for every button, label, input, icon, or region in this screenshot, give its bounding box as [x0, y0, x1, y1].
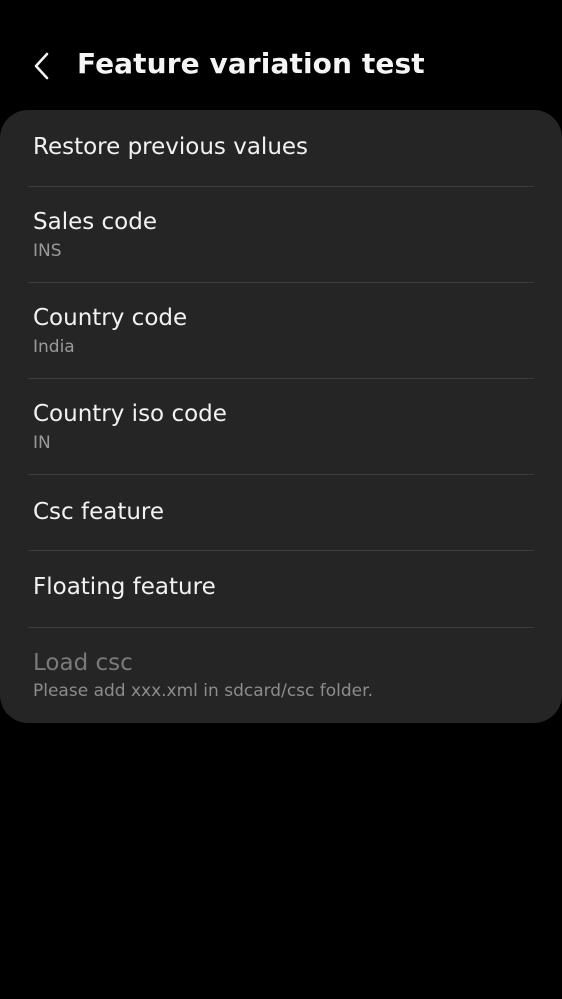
csc-feature-item[interactable]: Csc feature	[0, 475, 562, 550]
item-subtitle: IN	[33, 433, 51, 453]
item-title: Csc feature	[33, 499, 165, 525]
item-title: Load csc	[33, 650, 133, 676]
app-header: Feature variation test	[0, 0, 562, 110]
country-iso-code-item[interactable]: Country iso code IN	[0, 379, 562, 474]
country-code-item[interactable]: Country code India	[0, 283, 562, 378]
chevron-left-icon	[34, 52, 49, 80]
settings-list: Restore previous values Sales code INS C…	[0, 110, 562, 723]
item-subtitle: Please add xxx.xml in sdcard/csc folder.	[33, 681, 373, 701]
floating-feature-item[interactable]: Floating feature	[0, 551, 562, 627]
item-title: Restore previous values	[33, 134, 309, 160]
sales-code-item[interactable]: Sales code INS	[0, 187, 562, 282]
back-button[interactable]	[22, 44, 62, 88]
item-title: Country code	[33, 305, 188, 331]
page-title: Feature variation test	[77, 47, 425, 80]
item-subtitle: India	[33, 337, 75, 357]
item-title: Floating feature	[33, 574, 216, 600]
load-csc-item: Load csc Please add xxx.xml in sdcard/cs…	[0, 628, 562, 723]
restore-previous-values-item[interactable]: Restore previous values	[0, 110, 562, 186]
item-title: Sales code	[33, 209, 157, 235]
item-title: Country iso code	[33, 401, 227, 427]
item-subtitle: INS	[33, 241, 62, 261]
